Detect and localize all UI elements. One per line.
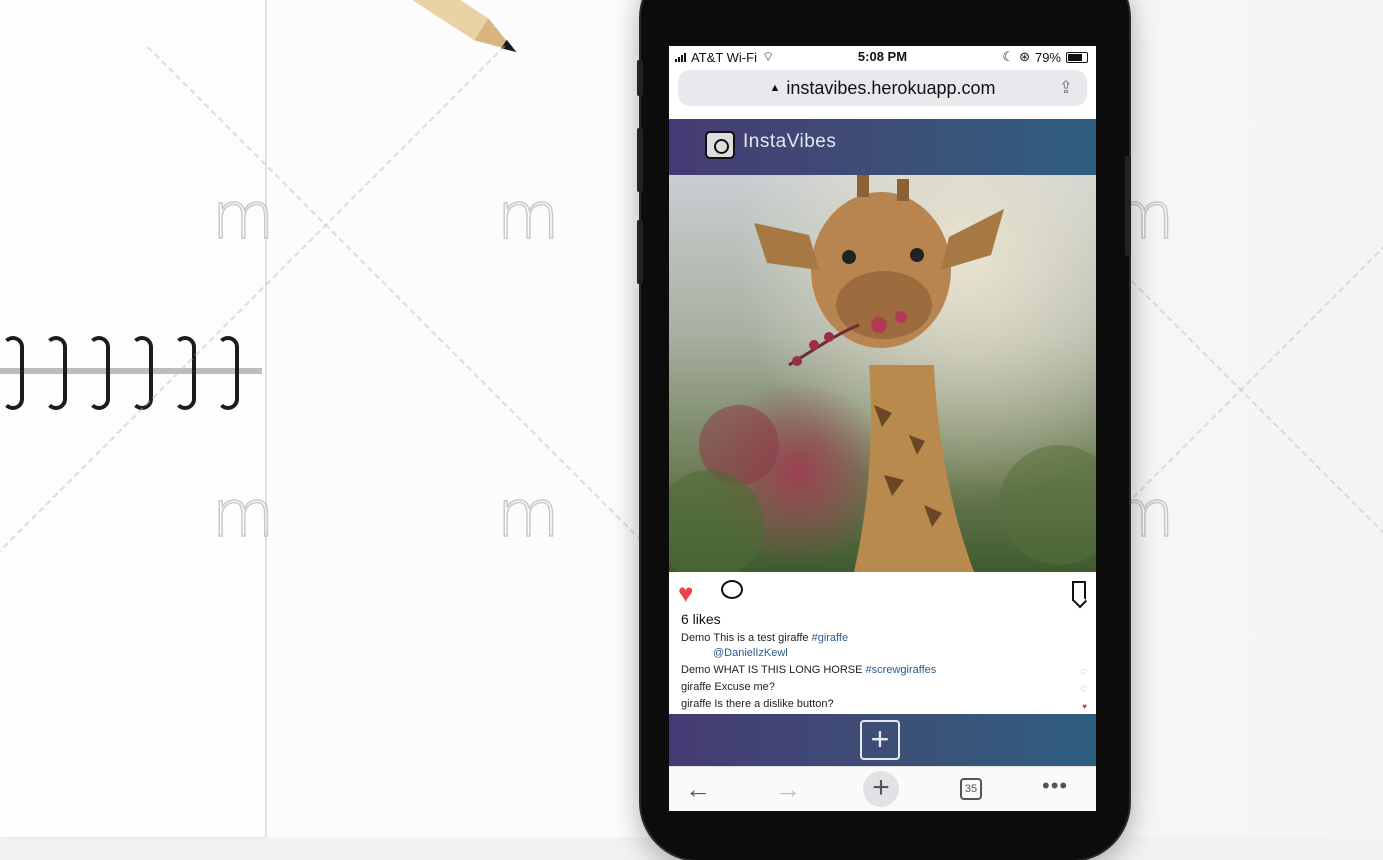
arrow-right-icon[interactable]: → [775,775,801,803]
comment-like-icon[interactable]: ♥ [1082,699,1087,714]
plus-icon[interactable]: + [860,720,900,760]
comment-text: WHAT IS THIS LONG HORSE [713,664,863,676]
comment-text: Excuse me? [714,681,775,693]
phone-screen: AT&T Wi-Fi ⌔ 5:08 PM ☾ ⊛ 79% ▲ instavibe… [669,46,1096,811]
post-image[interactable] [669,175,1096,572]
phone-volume-down [637,220,643,284]
comment-mention[interactable]: @DanielIzKewl [681,646,1091,661]
app-header: InstaVibes [669,119,1096,175]
notebook-ring [217,336,239,410]
comment-user[interactable]: giraffe [681,681,711,693]
comment-item: Demo WHAT IS THIS LONG HORSE #screwgiraff… [681,663,1091,678]
battery-percent: 79% [1034,49,1061,65]
arrow-left-icon[interactable]: ← [685,775,711,803]
comment-hashtag[interactable]: #giraffe [812,632,849,644]
notebook-ring [45,336,67,410]
moon-icon: ☾ [1002,49,1015,64]
warning-icon: ▲ [769,82,781,94]
comment-user[interactable]: Demo [681,664,710,676]
notebook-page-right [267,0,639,837]
comment-icon[interactable] [721,580,743,599]
rotation-lock-icon: ⊛ [1019,49,1030,64]
notebook-ring [88,336,110,410]
comment-text: Is there a dislike button? [714,698,834,710]
camera-logo-icon[interactable] [705,131,735,159]
tabs-icon[interactable]: 35 [960,778,982,800]
watermark-logo: m [496,477,560,553]
phone-power-button [1125,156,1131,256]
battery-icon [1066,51,1088,63]
giraffe-photo [669,175,1096,572]
phone-mute-switch [637,60,643,96]
comment-item: giraffe Excuse me? ♡ [681,680,1091,695]
app-title[interactable]: InstaVibes [743,131,836,153]
watermark-logo: m [211,477,275,553]
browser-toolbar: ← → + 35 ••• [669,766,1096,811]
watermark-logo: m [211,179,275,255]
watermark-logo: m [496,179,560,255]
comment-user[interactable]: giraffe [681,698,711,710]
post-actions: ♥ [669,572,1096,616]
more-icon[interactable]: ••• [1042,773,1068,799]
status-bar: AT&T Wi-Fi ⌔ 5:08 PM ☾ ⊛ 79% [669,46,1096,68]
comment-item: Demo This is a test giraffe #giraffe @Dan… [681,631,1091,661]
heart-icon[interactable]: ♥ [678,580,693,606]
bookmark-icon[interactable] [1072,581,1086,601]
app-footer: + [669,714,1096,766]
comment-item: giraffe Is there a dislike button? ♥ [681,697,1091,712]
url-text: instavibes.herokuapp.com [786,77,996,98]
address-bar[interactable]: ▲ instavibes.herokuapp.com ⇪ [678,70,1087,106]
new-tab-plus-icon[interactable]: + [863,771,899,807]
comment-text: This is a test giraffe [713,632,809,644]
comments-list: Demo This is a test giraffe #giraffe @Dan… [681,631,1091,714]
comment-like-icon[interactable]: ♡ [1080,682,1087,697]
phone-volume-up [637,128,643,192]
comment-like-icon[interactable]: ♡ [1080,665,1087,680]
comment-hashtag[interactable]: #screwgiraffes [866,664,937,676]
share-icon[interactable]: ⇪ [1059,78,1073,98]
like-count: 6 likes [681,611,721,627]
notebook-ring [2,336,24,410]
comment-user[interactable]: Demo [681,632,710,644]
